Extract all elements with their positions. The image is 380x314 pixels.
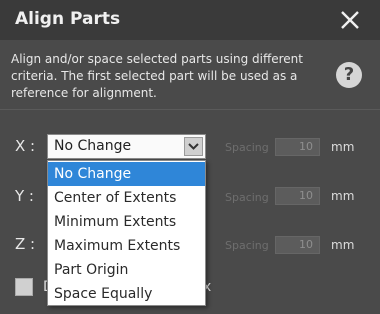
description-panel: Align and/or space selected parts using …	[0, 40, 380, 110]
spacing-input-x[interactable]: 10	[275, 138, 320, 156]
dropdown-option-space-equally[interactable]: Space Equally	[48, 282, 205, 306]
spacing-label-y: Spacing	[225, 191, 269, 204]
dropdown-option-no-change[interactable]: No Change	[48, 162, 205, 186]
dropdown-option-center-of-extents[interactable]: Center of Extents	[48, 186, 205, 210]
axis-label-z: Z :	[15, 235, 36, 253]
dialog-description: Align and/or space selected parts using …	[11, 52, 303, 100]
spacing-input-z[interactable]: 10	[275, 236, 320, 254]
chevron-down-icon[interactable]	[184, 137, 203, 156]
unit-label-y: mm	[331, 189, 355, 203]
checkbox[interactable]	[15, 278, 33, 296]
x-align-dropdown-list: No Change Center of Extents Minimum Exte…	[47, 160, 206, 306]
x-align-select[interactable]: No Change	[47, 134, 206, 159]
axis-label-x: X :	[15, 137, 36, 155]
close-icon[interactable]	[338, 8, 362, 32]
spacing-label-x: Spacing	[225, 141, 269, 154]
axis-label-y: Y :	[15, 187, 34, 205]
dropdown-option-maximum-extents[interactable]: Maximum Extents	[48, 234, 205, 258]
dropdown-option-minimum-extents[interactable]: Minimum Extents	[48, 210, 205, 234]
help-icon[interactable]: ?	[336, 62, 362, 88]
spacing-label-z: Spacing	[225, 239, 269, 252]
spacing-input-y[interactable]: 10	[275, 187, 320, 205]
title-bar: Align Parts	[0, 0, 380, 40]
dialog-title: Align Parts	[15, 9, 121, 29]
unit-label-z: mm	[331, 238, 355, 252]
unit-label-x: mm	[331, 140, 355, 154]
dropdown-option-part-origin[interactable]: Part Origin	[48, 258, 205, 282]
x-align-select-value: No Change	[54, 138, 132, 154]
